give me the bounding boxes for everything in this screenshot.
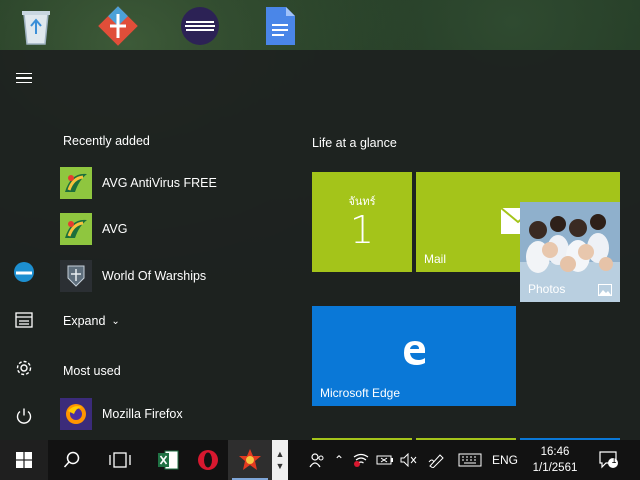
task-view-button[interactable] bbox=[98, 440, 142, 480]
task-view-icon bbox=[109, 452, 131, 468]
app-name: AVG bbox=[102, 222, 128, 236]
tiles-heading: Life at a glance bbox=[312, 136, 397, 150]
game-icon bbox=[239, 449, 261, 470]
hamburger-icon[interactable] bbox=[0, 58, 48, 98]
mail-label: Mail bbox=[424, 252, 447, 266]
search-button[interactable] bbox=[50, 440, 94, 480]
calendar-tile[interactable]: จันทร์ 1 bbox=[312, 172, 412, 272]
chevron-up-icon: ▲ bbox=[275, 449, 285, 459]
app-row-avg[interactable]: AVG bbox=[60, 209, 290, 249]
network-icon[interactable] bbox=[350, 440, 372, 480]
app-name: Mozilla Firefox bbox=[102, 407, 183, 421]
app-row-avg-antivirus[interactable]: AVG AntiVirus FREE bbox=[60, 163, 290, 203]
world-of-warships-icon bbox=[60, 260, 92, 292]
clock-date: 1/1/2561 bbox=[532, 462, 578, 474]
most-used-heading: Most used bbox=[63, 364, 121, 378]
chevron-down-icon: ▼ bbox=[275, 461, 285, 471]
opera-taskbar-button[interactable] bbox=[186, 440, 230, 480]
expand-label: Expand bbox=[63, 314, 106, 328]
start-rail bbox=[0, 50, 48, 440]
taskbar-scroll[interactable]: ▲ ▼ bbox=[272, 440, 288, 480]
search-icon bbox=[63, 451, 80, 468]
people-icon[interactable] bbox=[306, 440, 328, 480]
expand-button[interactable]: Expand ⌄ bbox=[63, 314, 120, 328]
app-row-firefox[interactable]: Mozilla Firefox bbox=[60, 394, 290, 434]
battery-icon[interactable] bbox=[374, 440, 396, 480]
recently-added-heading: Recently added bbox=[63, 134, 150, 148]
taskbar: ▲ ▼ ⌃ ENG 16:46 1/1/2561 1 bbox=[0, 440, 640, 480]
touch-keyboard-icon[interactable] bbox=[456, 440, 484, 480]
chevron-up-icon: ⌃ bbox=[333, 453, 345, 467]
edge-label: Microsoft Edge bbox=[320, 386, 401, 400]
windows-icon bbox=[16, 452, 32, 468]
recycle-bin-icon[interactable] bbox=[14, 4, 58, 48]
pen-icon[interactable] bbox=[426, 440, 448, 480]
gitkraken-icon[interactable] bbox=[96, 4, 140, 48]
notification-count: 1 bbox=[611, 455, 617, 465]
microsoft-edge-tile[interactable]: Microsoft Edge bbox=[312, 306, 516, 406]
photos-icon bbox=[598, 284, 612, 296]
show-hidden-icons-button[interactable]: ⌃ bbox=[328, 440, 350, 480]
excel-taskbar-button[interactable] bbox=[146, 440, 190, 480]
documents-icon[interactable] bbox=[0, 300, 48, 340]
power-icon[interactable] bbox=[0, 396, 48, 436]
app-name: AVG AntiVirus FREE bbox=[102, 176, 217, 190]
excel-icon bbox=[158, 450, 179, 470]
xearn-icon[interactable] bbox=[0, 252, 48, 292]
avg-icon bbox=[60, 213, 92, 245]
start-button[interactable] bbox=[0, 440, 48, 480]
language-indicator[interactable]: ENG bbox=[492, 440, 518, 480]
google-docs-icon[interactable] bbox=[258, 4, 302, 48]
app-row-world-of-warships[interactable]: World Of Warships bbox=[60, 256, 290, 296]
game-taskbar-button[interactable] bbox=[228, 440, 272, 480]
clock-time: 16:46 bbox=[540, 446, 570, 458]
opera-icon bbox=[198, 450, 218, 470]
firefox-icon bbox=[60, 398, 92, 430]
settings-icon[interactable] bbox=[0, 348, 48, 388]
chevron-down-icon: ⌄ bbox=[111, 315, 120, 327]
volume-muted-icon[interactable] bbox=[398, 440, 420, 480]
start-menu: Recently added AVG AntiVirus FREE AVG Wo… bbox=[0, 50, 640, 440]
avg-icon bbox=[60, 167, 92, 199]
app-name: World Of Warships bbox=[102, 269, 207, 283]
action-center-button[interactable]: 1 bbox=[596, 440, 622, 480]
photos-label: Photos bbox=[528, 282, 566, 296]
photos-tile[interactable]: Photos bbox=[520, 202, 620, 302]
edge-icon bbox=[404, 341, 426, 365]
calendar-date: 1 bbox=[349, 208, 375, 252]
eclipse-icon[interactable] bbox=[178, 4, 222, 48]
clock[interactable]: 16:46 1/1/2561 bbox=[522, 444, 588, 476]
